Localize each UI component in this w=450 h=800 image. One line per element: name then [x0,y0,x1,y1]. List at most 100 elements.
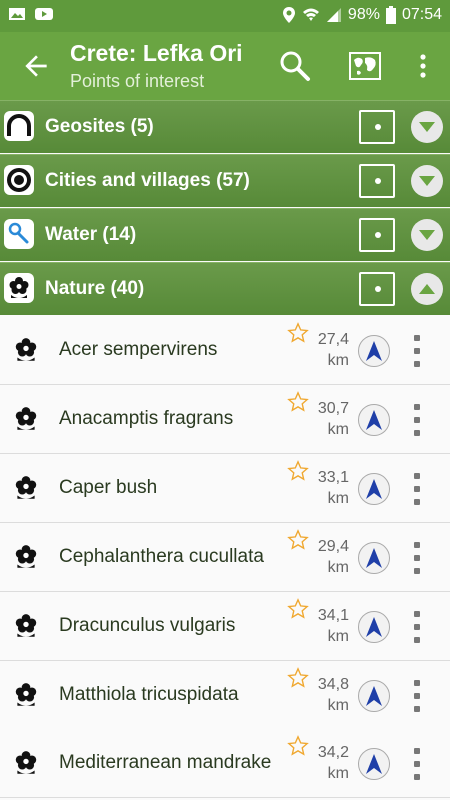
category-nature[interactable]: Nature (40) [0,262,450,315]
distance-value: 34,2 [317,744,349,762]
page-title: Crete: Lefka Ori [70,40,243,66]
star-outline-icon[interactable] [287,459,309,482]
distance-unit: km [327,352,349,369]
distance-value: 29,4 [317,537,349,555]
category-geosites[interactable]: Geosites (5) [0,100,450,153]
navigation-arrow-icon [366,547,382,568]
navigate-button[interactable] [358,403,390,436]
item-more-button[interactable] [408,472,426,505]
item-more-button[interactable] [408,679,426,712]
star-outline-icon[interactable] [287,322,309,344]
location-icon [282,7,295,23]
back-button[interactable] [20,50,52,82]
category-water[interactable]: Water (14) [0,208,450,261]
item-name: Acer sempervirens [59,339,218,360]
chevron-up-icon [419,284,435,294]
category-label: Geosites (5) [45,116,154,137]
overflow-menu-button[interactable] [403,46,443,86]
list-item[interactable]: Dracunculus vulgaris 34,1 km [0,591,450,661]
star-outline-icon[interactable] [287,391,309,413]
nature-icon [15,338,37,361]
expand-toggle[interactable] [411,111,443,143]
navigation-arrow-icon [366,754,382,775]
item-more-button[interactable] [408,541,426,574]
navigate-button[interactable] [358,541,390,574]
map-icon [349,52,381,80]
arrow-back-icon [25,55,47,77]
navigation-arrow-icon [366,478,382,499]
battery-icon [385,6,396,24]
nature-icon [15,475,37,499]
item-more-button[interactable] [408,403,426,436]
nature-icon [15,407,37,430]
list-item[interactable]: Mediterranean mandrake 34,2 km [0,729,450,799]
navigation-arrow-icon [366,616,382,637]
app-bar: Crete: Lefka Ori Points of interest [0,32,450,100]
visibility-checkbox[interactable] [359,164,395,198]
nature-icon [15,544,37,568]
distance-value: 34,8 [317,675,349,693]
item-more-button[interactable] [408,748,426,781]
chevron-down-icon [419,176,435,186]
distance-unit: km [327,765,349,783]
clock: 07:54 [401,6,442,23]
visibility-checkbox[interactable] [359,272,395,306]
item-more-button[interactable] [408,335,426,367]
category-label: Cities and villages (57) [45,170,250,191]
navigate-button[interactable] [358,610,390,643]
list-item[interactable]: Cephalanthera cucullata 29,4 km [0,522,450,592]
star-outline-icon[interactable] [287,735,309,757]
navigation-arrow-icon [366,341,382,361]
navigate-button[interactable] [358,748,390,781]
item-name: Matthiola tricuspidata [59,683,239,705]
nature-icon [9,277,29,298]
item-distance: 27,4 km [313,329,349,371]
search-button[interactable] [275,46,315,86]
distance-value: 34,1 [317,606,349,624]
category-label: Nature (40) [45,278,145,299]
navigate-button[interactable] [358,679,390,712]
chevron-down-icon [419,230,435,240]
visibility-checkbox[interactable] [359,110,395,144]
nature-icon [15,682,37,706]
item-name: Dracunculus vulgaris [59,614,236,636]
distance-value: 27,4 [317,331,349,348]
item-name: Cephalanthera cucullata [59,545,264,567]
gallery-icon [9,8,25,20]
navigation-arrow-icon [366,409,382,430]
wifi-icon [302,8,319,21]
more-vert-icon [420,54,426,78]
map-button[interactable] [345,46,385,86]
star-outline-icon[interactable] [287,528,309,551]
city-icon [7,168,31,192]
signal-icon [326,8,341,22]
star-outline-icon[interactable] [287,666,309,689]
battery-level: 98% [347,6,380,23]
expand-toggle[interactable] [411,273,443,305]
distance-unit: km [327,627,349,645]
expand-toggle[interactable] [411,219,443,251]
item-distance: 34,1 km [313,605,349,647]
distance-value: 30,7 [317,399,349,417]
list-item[interactable]: Caper bush 33,1 km [0,453,450,523]
item-name: Mediterranean mandrake [59,752,272,774]
status-bar: 98% 07:54 [0,0,450,32]
item-more-button[interactable] [408,610,426,643]
list-item[interactable]: Acer sempervirens 27,4 km [0,316,450,385]
item-name: Anacamptis fragrans [59,407,234,429]
distance-unit: km [327,558,349,576]
distance-value: 33,1 [317,468,349,486]
list-item[interactable]: Matthiola tricuspidata 34,8 km [0,660,450,730]
distance-unit: km [327,489,349,507]
list-item[interactable]: Anacamptis fragrans 30,7 km [0,384,450,454]
navigate-button[interactable] [358,335,390,367]
expand-toggle[interactable] [411,165,443,197]
page-subtitle: Points of interest [70,71,205,91]
nature-icon [15,613,37,637]
star-outline-icon[interactable] [287,597,309,620]
category-cities-villages[interactable]: Cities and villages (57) [0,154,450,207]
chevron-down-icon [419,122,435,132]
navigate-button[interactable] [358,472,390,505]
item-distance: 33,1 km [313,467,349,509]
visibility-checkbox[interactable] [359,218,395,252]
